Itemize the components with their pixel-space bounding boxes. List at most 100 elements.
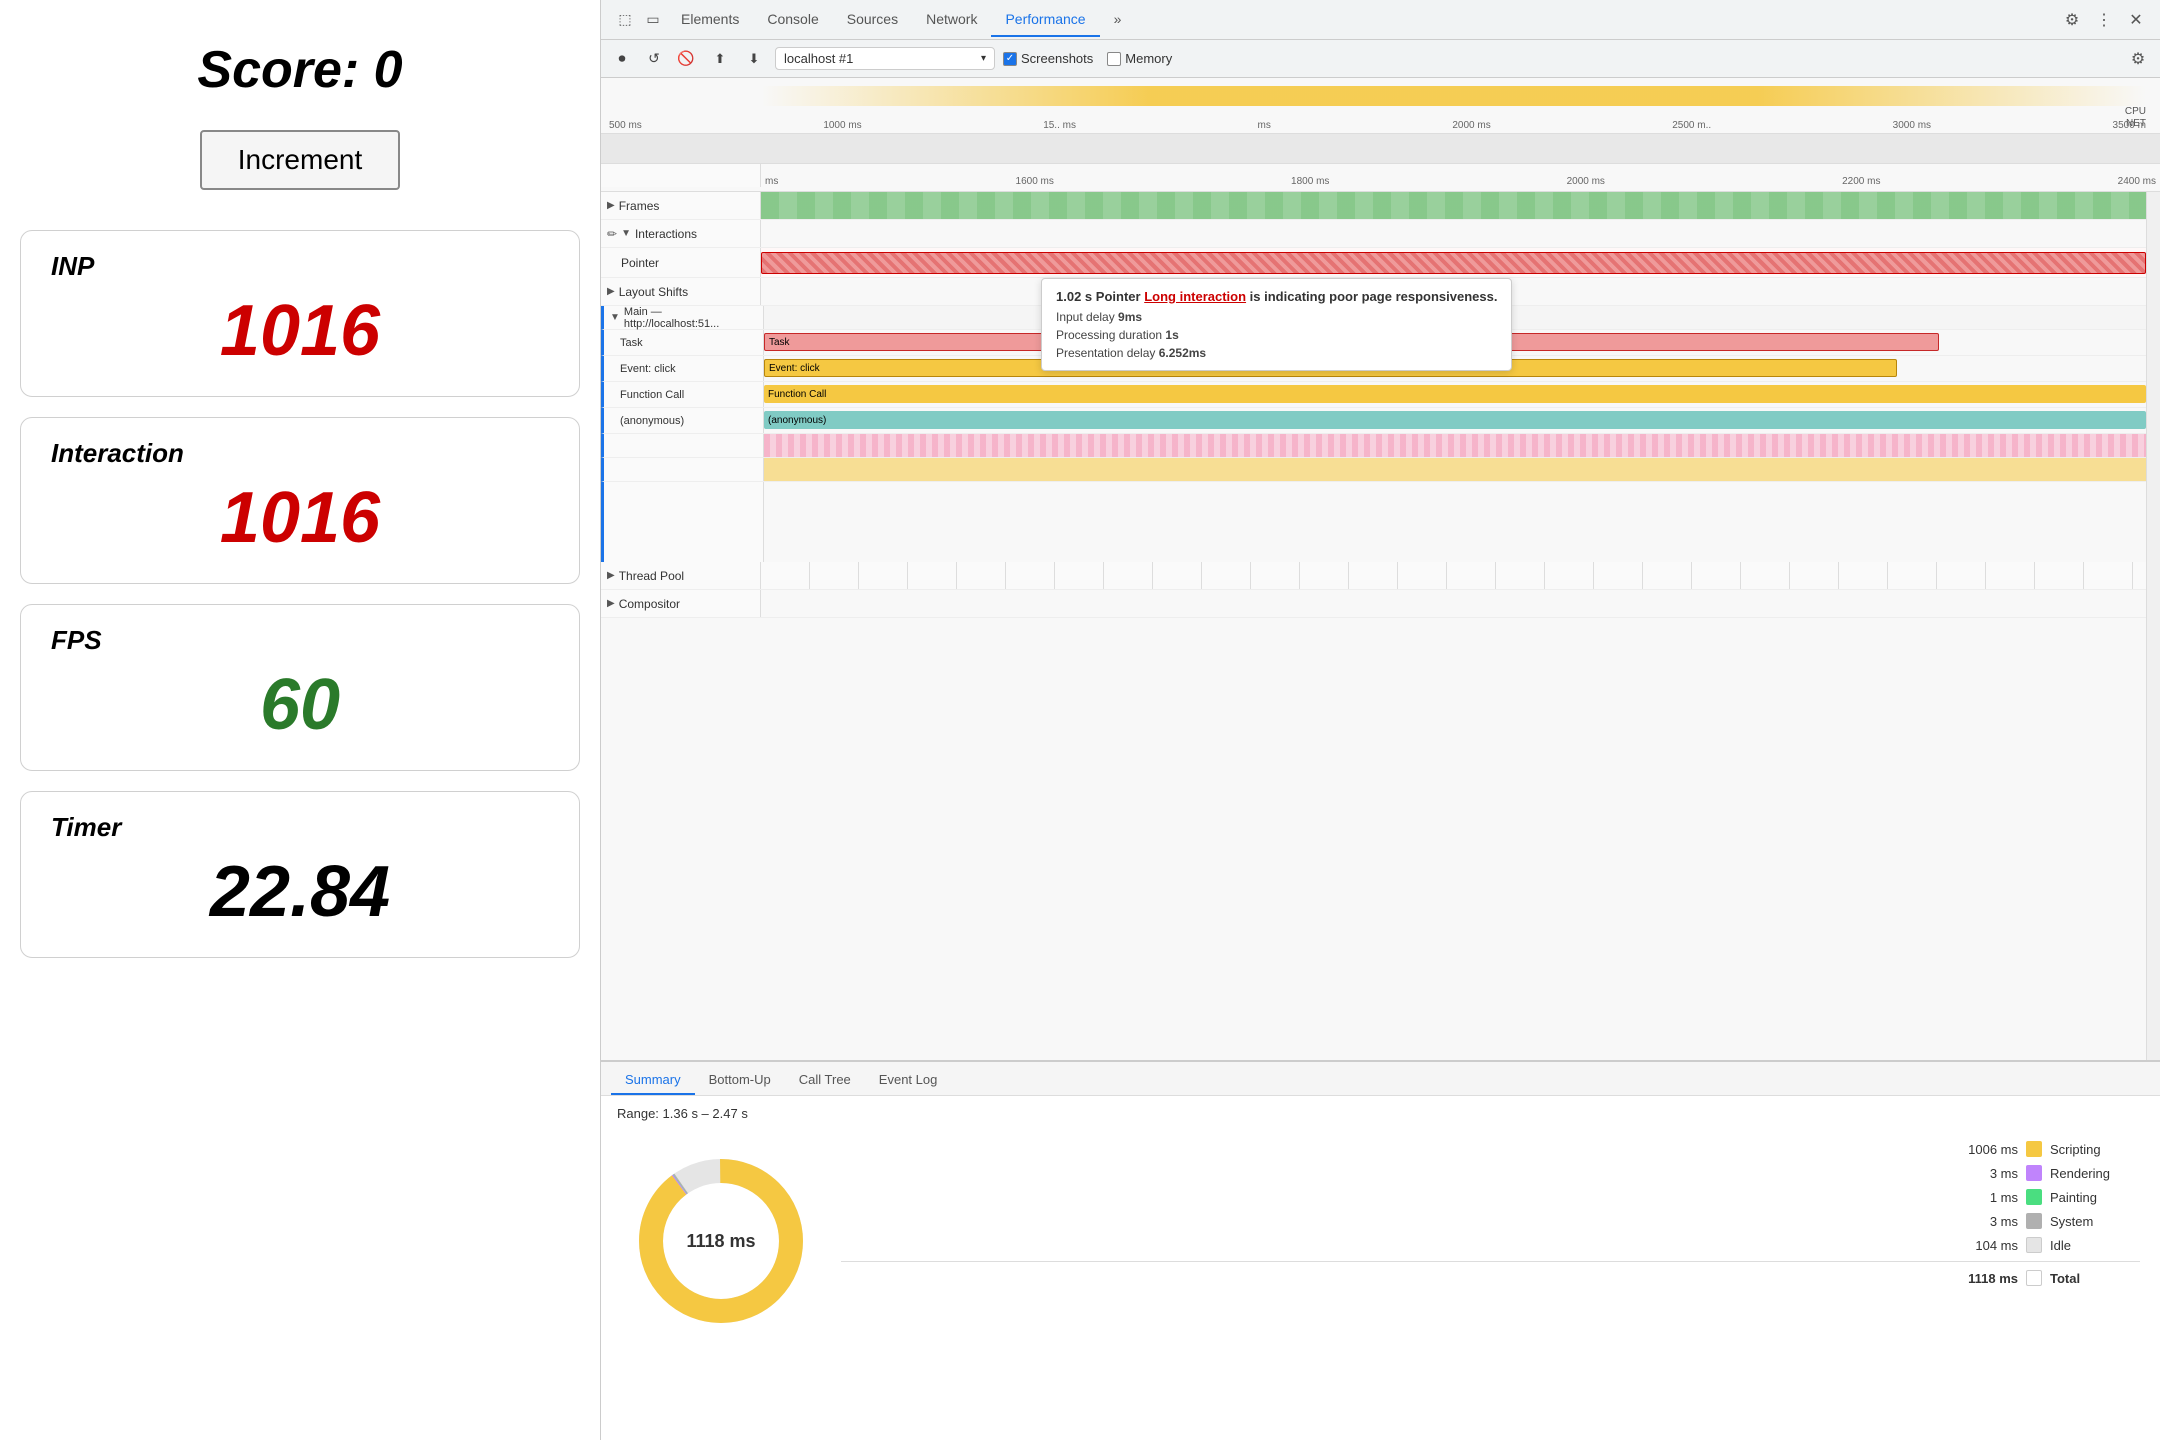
screenshots-label: Screenshots	[1021, 51, 1093, 66]
inp-card: INP 1016	[20, 230, 580, 397]
upload-icon[interactable]: ⬆	[707, 46, 733, 72]
bottom-content: 1118 ms 1006 ms Scripting 3 ms Rendering	[601, 1125, 2160, 1440]
thread-pool-row: ▶ Thread Pool	[601, 562, 2146, 590]
anonymous-content: (anonymous)	[764, 408, 2146, 433]
tab-bottom-up[interactable]: Bottom-Up	[695, 1066, 785, 1095]
compositor-text: Compositor	[619, 597, 680, 611]
pencil-icon: ✏	[607, 227, 617, 241]
event-click-text: Event: click	[620, 363, 676, 375]
rendering-label: Rendering	[2050, 1166, 2140, 1181]
thread-pool-label: ▶ Thread Pool	[601, 562, 761, 589]
record-button[interactable]: ⏺	[609, 46, 635, 72]
function-call-row: Function Call Function Call	[601, 382, 2146, 408]
bottom-tabs: Summary Bottom-Up Call Tree Event Log	[601, 1062, 2160, 1096]
timer-label: Timer	[51, 812, 549, 843]
devtools-main: 500 ms 1000 ms 15.. ms ms 2000 ms 2500 m…	[601, 78, 2160, 1440]
system-ms: 3 ms	[1948, 1214, 2018, 1229]
tab-call-tree[interactable]: Call Tree	[785, 1066, 865, 1095]
inp-value: 1016	[51, 290, 549, 372]
close-icon[interactable]: ✕	[2122, 6, 2150, 34]
overview-ruler: 500 ms 1000 ms 15.. ms ms 2000 ms 2500 m…	[601, 78, 2160, 134]
interactions-chevron[interactable]: ▼	[621, 228, 631, 239]
scripting-color	[2026, 1141, 2042, 1157]
timeline-scrollbar[interactable]	[2146, 192, 2160, 1060]
legend-table: 1006 ms Scripting 3 ms Rendering 1 ms Pa…	[841, 1141, 2140, 1424]
rendering-color	[2026, 1165, 2042, 1181]
increment-button[interactable]: Increment	[200, 130, 401, 190]
yellow-strip-content	[764, 458, 2146, 481]
interaction-label: Interaction	[51, 438, 549, 469]
fps-card: FPS 60	[20, 604, 580, 771]
more-icon[interactable]: ⋮	[2090, 6, 2118, 34]
zoom-ruler: ms 1600 ms 1800 ms 2000 ms 2200 ms 2400 …	[601, 164, 2160, 192]
settings-icon[interactable]: ⚙	[2058, 6, 2086, 34]
record-settings-icon[interactable]: ⚙	[2124, 45, 2152, 73]
legend-row-total: 1118 ms Total	[841, 1261, 2140, 1286]
frames-text: Frames	[619, 199, 660, 213]
tab-more[interactable]: »	[1100, 3, 1136, 37]
legend-row-scripting: 1006 ms Scripting	[841, 1141, 2140, 1157]
tab-console[interactable]: Console	[753, 3, 832, 37]
tab-network[interactable]: Network	[912, 3, 991, 37]
tab-sources[interactable]: Sources	[833, 3, 912, 37]
main-chevron[interactable]: ▼	[610, 312, 620, 323]
frames-chevron[interactable]: ▶	[607, 200, 615, 211]
fps-label: FPS	[51, 625, 549, 656]
interaction-value: 1016	[51, 477, 549, 559]
screenshots-checkbox[interactable]: ✓ Screenshots	[1003, 51, 1093, 66]
checkbox-row: ✓ Screenshots Memory	[1003, 51, 1172, 66]
compositor-row: ▶ Compositor	[601, 590, 2146, 618]
legend-row-rendering: 3 ms Rendering	[841, 1165, 2140, 1181]
function-call-bar: Function Call	[764, 385, 2146, 403]
ruler-labels: 500 ms 1000 ms 15.. ms ms 2000 ms 2500 m…	[609, 120, 2146, 131]
anonymous-row: (anonymous) (anonymous)	[601, 408, 2146, 434]
compositor-chevron[interactable]: ▶	[607, 598, 615, 609]
interactions-track-row: ✏ ▼ Interactions	[601, 220, 2146, 248]
devtools-action-icons: ⚙ ⋮ ✕	[2058, 6, 2150, 34]
cpu-bar	[761, 86, 2146, 106]
url-bar[interactable]: localhost #1 ▾	[775, 47, 995, 70]
thread-pool-text: Thread Pool	[619, 569, 684, 583]
pointer-text: Pointer	[621, 256, 659, 270]
tooltip-link[interactable]: Long interaction	[1144, 289, 1246, 304]
thread-pool-chevron[interactable]: ▶	[607, 570, 615, 581]
memory-label: Memory	[1125, 51, 1172, 66]
devtools-panel: ⬚ ▭ Elements Console Sources Network Per…	[600, 0, 2160, 1440]
url-dropdown-icon[interactable]: ▾	[981, 53, 986, 64]
frames-content	[761, 192, 2146, 219]
main-label: ▼ Main — http://localhost:51...	[604, 306, 764, 329]
pink-strip-content	[764, 434, 2146, 457]
clear-button[interactable]: 🚫	[673, 46, 699, 72]
rendering-ms: 3 ms	[1948, 1166, 2018, 1181]
tooltip-box: 1.02 s Pointer Long interaction is indic…	[1041, 278, 1512, 371]
interactions-label: ✏ ▼ Interactions	[601, 220, 761, 247]
inspector-icon[interactable]: ⬚	[611, 6, 639, 34]
download-icon[interactable]: ⬇	[741, 46, 767, 72]
system-label: System	[2050, 1214, 2140, 1229]
layout-shifts-chevron[interactable]: ▶	[607, 286, 615, 297]
device-icon[interactable]: ▭	[639, 6, 667, 34]
bottom-panel: Summary Bottom-Up Call Tree Event Log Ra…	[601, 1060, 2160, 1440]
screenshot-row	[601, 134, 2160, 164]
tooltip-input-delay: Input delay 9ms	[1056, 310, 1497, 324]
devtools-tabbar: ⬚ ▭ Elements Console Sources Network Per…	[601, 0, 2160, 40]
inp-label: INP	[51, 251, 549, 282]
timeline-with-scroll: ▶ Frames ✏ ▼ Interactions	[601, 192, 2160, 1060]
frames-track-row: ▶ Frames	[601, 192, 2146, 220]
layout-shifts-label: ▶ Layout Shifts	[601, 278, 761, 305]
frames-label: ▶ Frames	[601, 192, 761, 219]
cpu-label: CPU	[2125, 106, 2146, 117]
tab-elements[interactable]: Elements	[667, 3, 753, 37]
layout-shifts-text: Layout Shifts	[619, 285, 688, 299]
yellow-strip	[764, 458, 2146, 481]
score-title: Score: 0	[197, 40, 402, 100]
pointer-track-row[interactable]: Pointer 1.02 s Pointer Long interaction	[601, 248, 2146, 278]
tab-event-log[interactable]: Event Log	[865, 1066, 952, 1095]
refresh-button[interactable]: ↺	[641, 46, 667, 72]
thread-pool-lines	[761, 562, 2146, 589]
tab-summary[interactable]: Summary	[611, 1066, 695, 1095]
yellow-strip-label	[604, 458, 764, 481]
memory-checkbox[interactable]: Memory	[1107, 51, 1172, 66]
tooltip-time: 1.02 s	[1056, 289, 1092, 304]
tab-performance[interactable]: Performance	[991, 3, 1099, 37]
